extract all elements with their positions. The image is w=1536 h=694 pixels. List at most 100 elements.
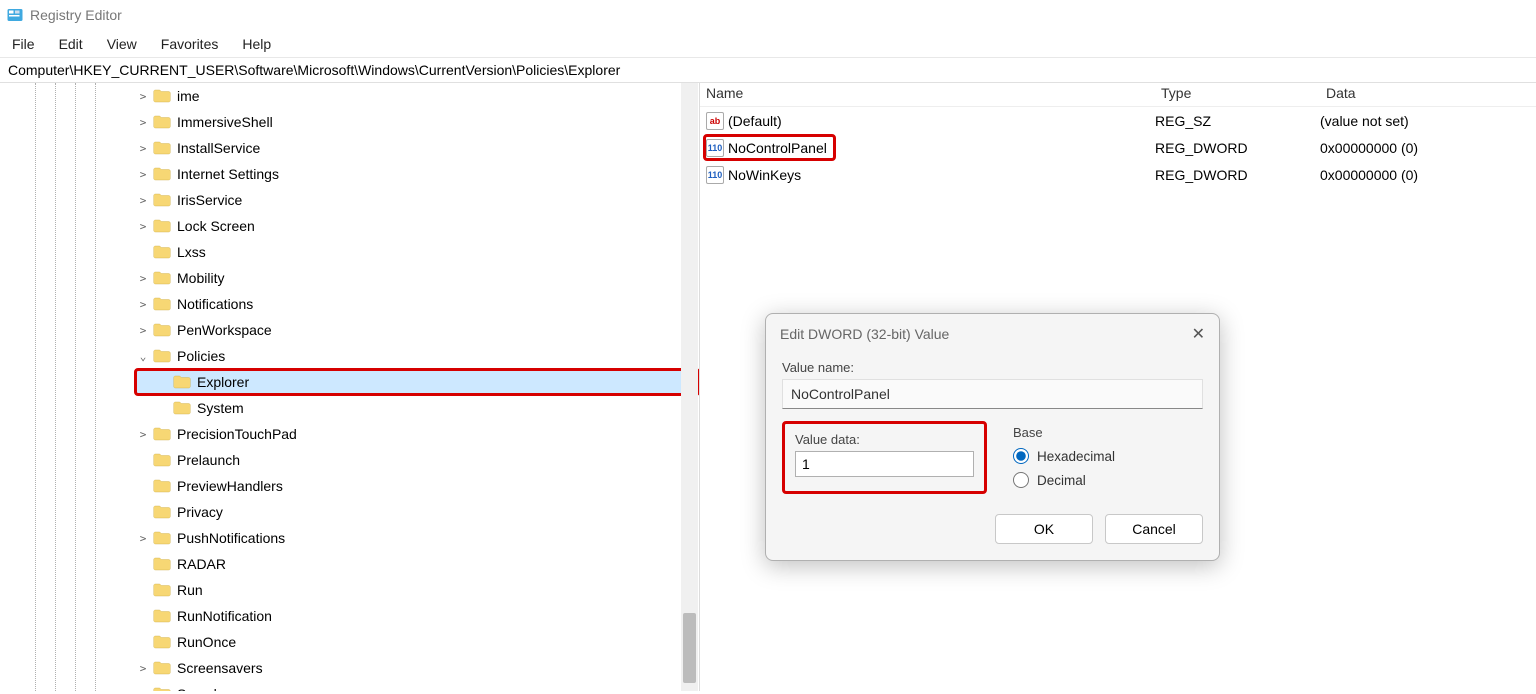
ok-button[interactable]: OK [995, 514, 1093, 544]
tree-item[interactable]: > Mobility [135, 265, 699, 291]
value-data-highlight: Value data: [782, 421, 987, 494]
address-bar[interactable]: Computer\HKEY_CURRENT_USER\Software\Micr… [0, 58, 1536, 83]
menu-edit[interactable]: Edit [47, 32, 95, 56]
tree-item[interactable]: RADAR [135, 551, 699, 577]
folder-icon [153, 271, 171, 285]
tree-item[interactable]: >Lock Screen [135, 213, 699, 239]
col-header-data[interactable]: Data [1320, 83, 1536, 106]
folder-icon [153, 609, 171, 623]
col-header-type[interactable]: Type [1155, 83, 1320, 106]
menu-help[interactable]: Help [230, 32, 283, 56]
dword-value-icon: 110 [706, 139, 724, 157]
tree-item-label: RADAR [177, 556, 226, 572]
tree-item[interactable]: RunNotification [135, 603, 699, 629]
value-data-input[interactable] [795, 451, 974, 477]
expand-icon[interactable]: > [135, 168, 151, 181]
values-list: ab(Default)REG_SZ(value not set)110NoCon… [700, 107, 1536, 188]
tree-item-label: IrisService [177, 192, 242, 208]
tree-item-label: PrecisionTouchPad [177, 426, 297, 442]
menu-favorites[interactable]: Favorites [149, 32, 231, 56]
dword-value-icon: 110 [706, 166, 724, 184]
tree-item-label: PushNotifications [177, 530, 285, 546]
value-data: 0x00000000 (0) [1320, 140, 1536, 156]
expand-icon[interactable]: > [135, 194, 151, 207]
tree-item[interactable]: Run [135, 577, 699, 603]
value-name-field [782, 379, 1203, 409]
tree-item[interactable]: >Notifications [135, 291, 699, 317]
tree-item[interactable]: Prelaunch [135, 447, 699, 473]
tree-item[interactable]: >ime [135, 83, 699, 109]
tree-item[interactable]: >InstallService [135, 135, 699, 161]
folder-icon [173, 375, 191, 389]
tree-item[interactable]: Privacy [135, 499, 699, 525]
radio-dec-input[interactable] [1013, 472, 1029, 488]
tree-item-label: PreviewHandlers [177, 478, 283, 494]
expand-icon[interactable]: > [135, 298, 151, 311]
radio-dec[interactable]: Decimal [1013, 472, 1115, 488]
radio-hex-input[interactable] [1013, 448, 1029, 464]
scroll-thumb[interactable] [683, 613, 696, 683]
tree-pane: >ime>ImmersiveShell>InstallService>Inter… [0, 83, 700, 691]
tree-item[interactable]: > PenWorkspace [135, 317, 699, 343]
expand-icon[interactable]: > [135, 272, 151, 285]
expand-icon[interactable]: > [135, 90, 151, 103]
tree-item[interactable]: > Internet Settings [135, 161, 699, 187]
expand-icon[interactable]: > [135, 220, 151, 233]
tree-item-label: System [197, 400, 244, 416]
expand-icon[interactable]: > [135, 142, 151, 155]
tree-item[interactable]: > IrisService [135, 187, 699, 213]
expand-icon[interactable]: > [135, 662, 151, 675]
tree-scrollbar[interactable] [681, 83, 698, 691]
tree-item[interactable]: Explorer [135, 369, 699, 395]
tree-item[interactable]: > Screensavers [135, 655, 699, 681]
tree-item[interactable]: > PrecisionTouchPad [135, 421, 699, 447]
menu-file[interactable]: File [0, 32, 47, 56]
tree-item[interactable]: ⌄ Policies [135, 343, 699, 369]
tree-item[interactable]: Lxss [135, 239, 699, 265]
folder-icon [153, 661, 171, 675]
value-data-label: Value data: [795, 432, 974, 447]
tree-item[interactable]: System [135, 395, 699, 421]
folder-icon [153, 531, 171, 545]
expand-icon[interactable]: > [135, 688, 151, 692]
tree-item[interactable]: RunOnce [135, 629, 699, 655]
close-icon[interactable]: ✕ [1192, 324, 1205, 344]
tree-item-label: Mobility [177, 270, 224, 286]
tree-item[interactable]: >ImmersiveShell [135, 109, 699, 135]
expand-icon[interactable]: > [135, 324, 151, 337]
values-header: Name Type Data [700, 83, 1536, 107]
value-name: (Default) [728, 113, 782, 129]
folder-icon [153, 323, 171, 337]
expand-icon[interactable]: > [135, 532, 151, 545]
tree-item[interactable]: PreviewHandlers [135, 473, 699, 499]
folder-icon [153, 193, 171, 207]
tree-item-label: Internet Settings [177, 166, 279, 182]
folder-icon [153, 453, 171, 467]
edit-dword-dialog: Edit DWORD (32-bit) Value ✕ Value name: … [765, 313, 1220, 561]
value-row[interactable]: 110NoControlPanelREG_DWORD0x00000000 (0) [700, 134, 1536, 161]
folder-icon [153, 245, 171, 259]
registry-tree[interactable]: >ime>ImmersiveShell>InstallService>Inter… [0, 83, 699, 691]
tree-item-label: Privacy [177, 504, 223, 520]
cancel-button[interactable]: Cancel [1105, 514, 1203, 544]
folder-icon [153, 687, 171, 691]
col-header-name[interactable]: Name [700, 83, 1155, 106]
value-type: REG_DWORD [1155, 167, 1320, 183]
tree-item-label: PenWorkspace [177, 322, 272, 338]
value-type: REG_DWORD [1155, 140, 1320, 156]
tree-item-label: Policies [177, 348, 225, 364]
tree-item[interactable]: >Search [135, 681, 699, 691]
folder-icon [153, 219, 171, 233]
folder-icon [153, 89, 171, 103]
collapse-icon[interactable]: ⌄ [135, 350, 151, 363]
expand-icon[interactable]: > [135, 428, 151, 441]
expand-icon[interactable]: > [135, 116, 151, 129]
value-row[interactable]: ab(Default)REG_SZ(value not set) [700, 107, 1536, 134]
folder-icon [153, 167, 171, 181]
tree-item[interactable]: > PushNotifications [135, 525, 699, 551]
value-row[interactable]: 110NoWinKeysREG_DWORD0x00000000 (0) [700, 161, 1536, 188]
radio-hex[interactable]: Hexadecimal [1013, 448, 1115, 464]
menu-view[interactable]: View [95, 32, 149, 56]
tree-item-label: Screensavers [177, 660, 263, 676]
folder-icon [153, 141, 171, 155]
